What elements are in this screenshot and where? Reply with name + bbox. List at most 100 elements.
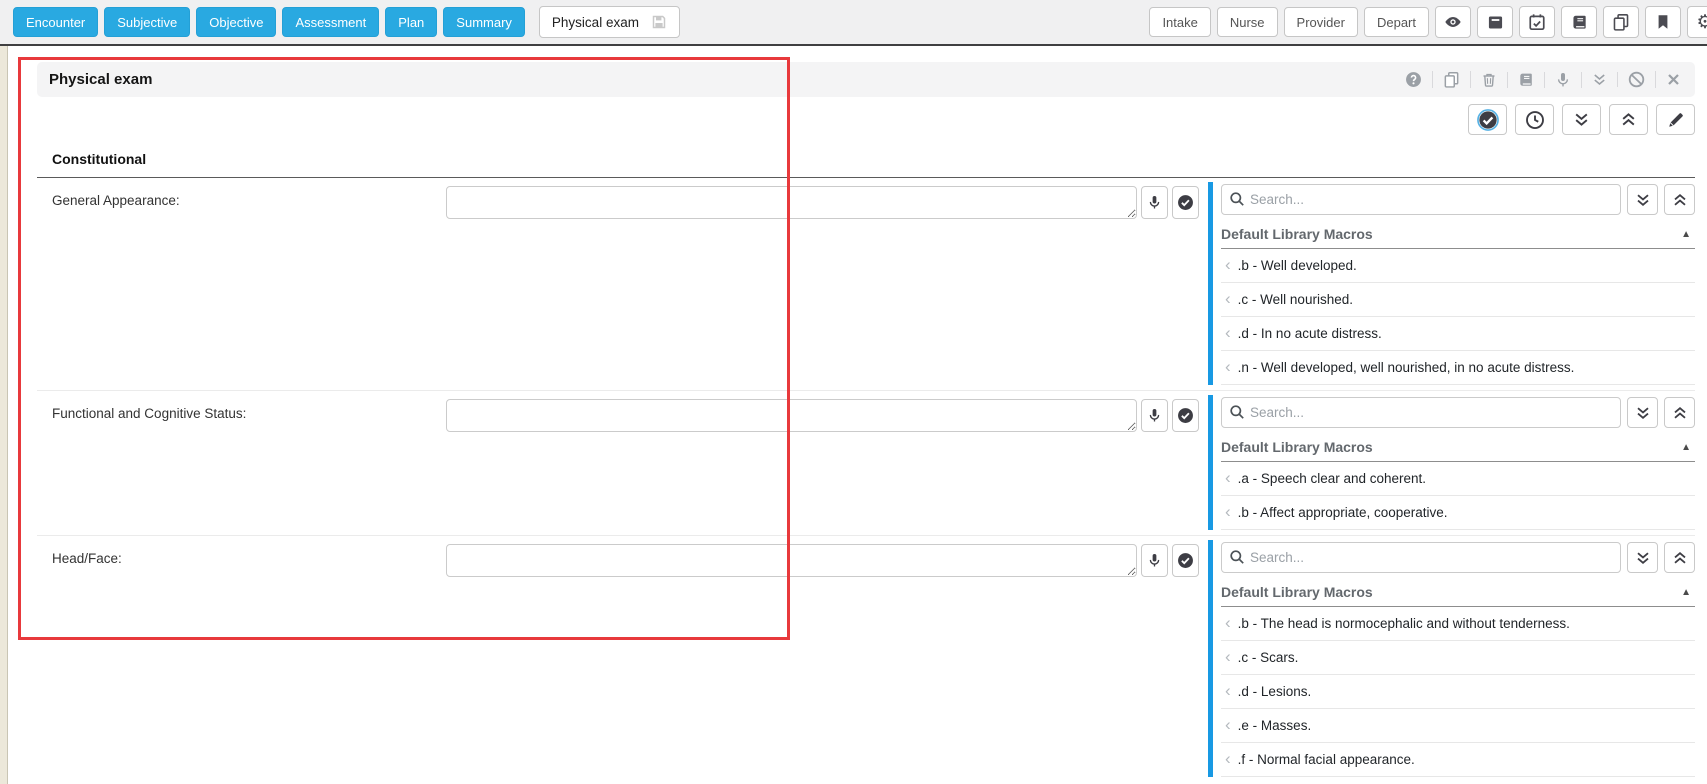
module-header: Physical exam <box>37 62 1695 97</box>
stage-button-depart[interactable]: Depart <box>1363 7 1429 37</box>
macro-item[interactable]: ‹ .b - Affect appropriate, cooperative. <box>1221 496 1695 530</box>
nav-button-assessment[interactable]: Assessment <box>282 7 380 37</box>
left-edge-strip <box>0 46 8 784</box>
save-icon <box>651 14 667 30</box>
bookmark-button[interactable] <box>1645 6 1681 38</box>
chevron-double-down-icon <box>1635 405 1651 421</box>
nav-button-plan[interactable]: Plan <box>385 7 438 37</box>
macro-list: ‹ .b - The head is normocephalic and wit… <box>1221 607 1695 777</box>
chevron-left-icon: ‹ <box>1225 255 1231 274</box>
stage-button-intake[interactable]: Intake <box>1149 7 1211 37</box>
macro-item[interactable]: ‹ .n - Well developed, well nourished, i… <box>1221 351 1695 385</box>
chevron-left-icon: ‹ <box>1225 647 1231 666</box>
library-button[interactable] <box>1508 71 1545 88</box>
macro-item[interactable]: ‹ .c - Well nourished. <box>1221 283 1695 317</box>
chevron-left-icon: ‹ <box>1225 323 1231 342</box>
macro-search-input[interactable] <box>1221 184 1621 215</box>
stage-button-provider[interactable]: Provider <box>1283 7 1358 37</box>
expand-section-button[interactable] <box>1582 72 1618 87</box>
collapse-macros-button[interactable] <box>1664 542 1695 573</box>
macro-group-title: Default Library Macros <box>1221 226 1373 242</box>
macro-group-header[interactable]: Default Library Macros ▲ <box>1221 220 1695 249</box>
macro-item[interactable]: ‹ .a - Speech clear and coherent. <box>1221 462 1695 496</box>
check-circle-icon <box>1476 108 1499 131</box>
exam-textarea[interactable] <box>446 399 1137 432</box>
bookmark-icon <box>1655 14 1671 30</box>
copy-note-button[interactable] <box>1433 71 1471 88</box>
exam-textarea[interactable] <box>446 544 1137 577</box>
confirm-button[interactable] <box>1172 186 1199 219</box>
macro-text: .b - Affect appropriate, cooperative. <box>1237 505 1448 520</box>
collapse-macros-button[interactable] <box>1664 397 1695 428</box>
search-icon <box>1229 191 1245 207</box>
confirm-button[interactable] <box>1172 544 1199 577</box>
stage-button-nurse[interactable]: Nurse <box>1216 7 1278 37</box>
row-input-group <box>446 182 1199 385</box>
delete-note-button[interactable] <box>1471 71 1508 88</box>
exam-row: Head/Face: Search... Default Library Mac… <box>37 535 1695 782</box>
macro-text: .n - Well developed, well nourished, in … <box>1237 360 1575 375</box>
dictate-button[interactable] <box>1141 186 1168 219</box>
chevron-left-icon: ‹ <box>1225 749 1231 768</box>
expand-macros-button[interactable] <box>1627 542 1658 573</box>
chevron-left-icon: ‹ <box>1225 289 1231 308</box>
macro-item[interactable]: ‹ .d - Lesions. <box>1221 675 1695 709</box>
collapse-caret-icon: ▲ <box>1681 586 1691 598</box>
disable-section-button[interactable] <box>1618 71 1656 88</box>
edit-button[interactable] <box>1656 104 1695 135</box>
macro-item[interactable]: ‹ .d - In no acute distress. <box>1221 317 1695 351</box>
macro-text: .f - Normal facial appearance. <box>1237 752 1415 767</box>
tab-physical-exam[interactable]: Physical exam <box>538 6 680 38</box>
macro-item[interactable]: ‹ .c - Scars. <box>1221 641 1695 675</box>
preview-button[interactable] <box>1435 6 1471 38</box>
macro-panel: Default Library Macros ▲ ‹ .b - The head… <box>1208 540 1695 777</box>
help-button[interactable] <box>1395 71 1433 88</box>
macro-search-input[interactable] <box>1221 542 1621 573</box>
history-button[interactable] <box>1515 104 1554 135</box>
chevron-left-icon: ‹ <box>1225 715 1231 734</box>
nav-button-encounter[interactable]: Encounter <box>13 7 99 37</box>
collapse-all-sections-button[interactable] <box>1609 104 1648 135</box>
dictate-button[interactable] <box>1141 544 1168 577</box>
collapse-macros-button[interactable] <box>1664 184 1695 215</box>
macro-group-header[interactable]: Default Library Macros ▲ <box>1221 578 1695 607</box>
search-icon <box>1229 404 1245 420</box>
archive-button[interactable] <box>1477 6 1513 38</box>
settings-button[interactable]: ⚙ <box>1687 6 1707 38</box>
expand-macros-button[interactable] <box>1627 184 1658 215</box>
macro-text: .b - The head is normocephalic and witho… <box>1237 616 1570 631</box>
macro-panel: Default Library Macros ▲ ‹ .a - Speech c… <box>1208 395 1695 530</box>
nav-button-objective[interactable]: Objective <box>196 7 277 37</box>
macro-list: ‹ .b - Well developed. ‹ .c - Well nouri… <box>1221 249 1695 385</box>
chevron-double-down-icon <box>1592 72 1607 87</box>
dictation-button[interactable] <box>1545 71 1582 88</box>
macro-item[interactable]: ‹ .e - Masses. <box>1221 709 1695 743</box>
expand-macros-button[interactable] <box>1627 397 1658 428</box>
macro-item[interactable]: ‹ .f - Normal facial appearance. <box>1221 743 1695 777</box>
macro-item[interactable]: ‹ .b - Well developed. <box>1221 249 1695 283</box>
close-section-button[interactable] <box>1656 72 1683 87</box>
microphone-icon <box>1147 408 1162 423</box>
macro-search-row <box>1221 184 1695 215</box>
microphone-icon <box>1555 72 1571 88</box>
expand-all-sections-button[interactable] <box>1562 104 1601 135</box>
calendar-button[interactable] <box>1519 6 1555 38</box>
exam-textarea[interactable] <box>446 186 1137 219</box>
dictate-button[interactable] <box>1141 399 1168 432</box>
nav-button-subjective[interactable]: Subjective <box>104 7 191 37</box>
macro-item[interactable]: ‹ .b - The head is normocephalic and wit… <box>1221 607 1695 641</box>
duplicate-button[interactable] <box>1603 6 1639 38</box>
journal-button[interactable] <box>1561 6 1597 38</box>
chevron-double-up-icon <box>1620 111 1637 128</box>
confirm-button[interactable] <box>1172 399 1199 432</box>
search-icon <box>1229 549 1245 565</box>
search-wrap <box>1221 397 1621 428</box>
macro-group-header[interactable]: Default Library Macros ▲ <box>1221 433 1695 462</box>
confirm-all-button[interactable] <box>1468 104 1507 135</box>
microphone-icon <box>1147 195 1162 210</box>
macro-search-input[interactable] <box>1221 397 1621 428</box>
macro-text: .d - In no acute distress. <box>1237 326 1382 341</box>
row-input-group <box>446 395 1199 530</box>
nav-button-summary[interactable]: Summary <box>443 7 525 37</box>
row-label: General Appearance: <box>52 193 180 208</box>
